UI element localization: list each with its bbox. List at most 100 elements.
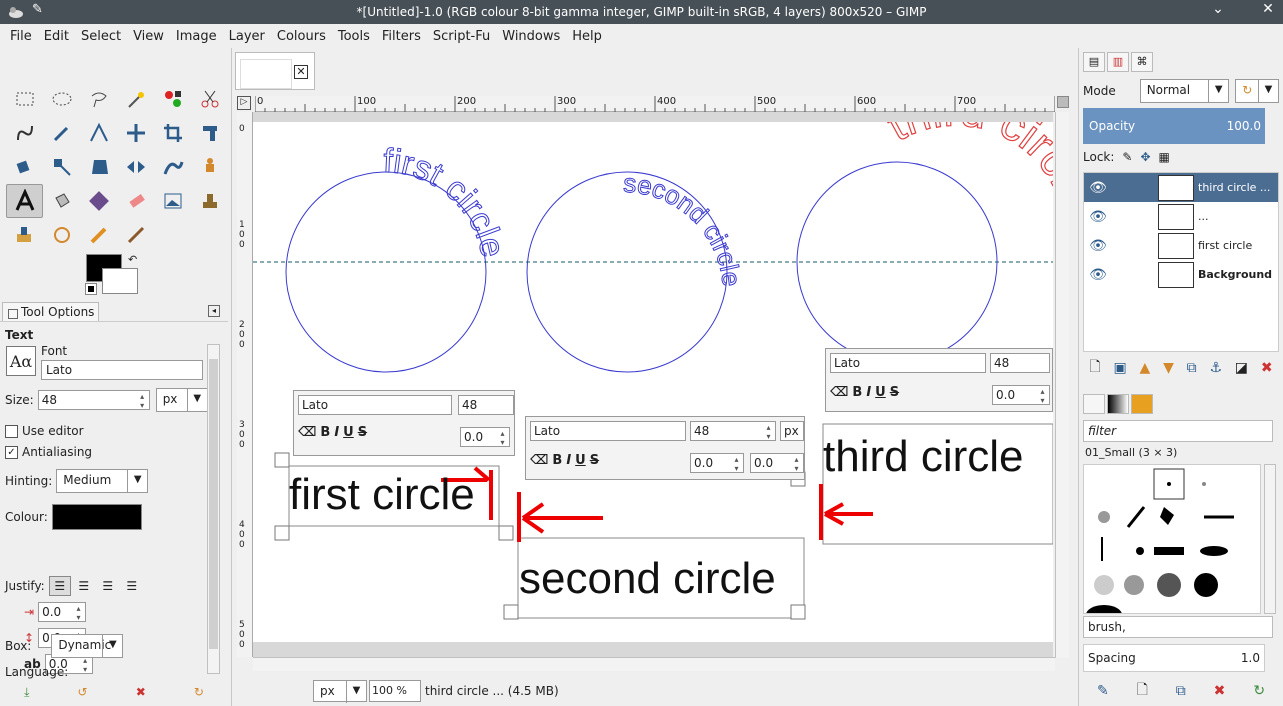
visibility-eye-icon[interactable]: 👁 bbox=[1084, 267, 1112, 283]
brushes-tab-icon[interactable] bbox=[1083, 394, 1105, 414]
heal-icon[interactable] bbox=[154, 184, 191, 218]
hinting-select[interactable]: Medium ▼ bbox=[56, 469, 149, 493]
lock-pixels-icon[interactable]: ✎ bbox=[1122, 150, 1132, 164]
first-editor-baseline[interactable]: 0.0 bbox=[460, 427, 510, 447]
bold-icon[interactable]: B bbox=[552, 453, 562, 468]
close-window-button[interactable]: ✕ bbox=[1258, 1, 1278, 17]
indent-input[interactable]: 0.0 bbox=[38, 602, 87, 622]
restore-options-icon[interactable]: ↺ bbox=[78, 685, 88, 699]
tool-options-scrollbar[interactable] bbox=[207, 344, 220, 674]
third-editor-size[interactable]: 48 bbox=[990, 353, 1050, 373]
italic-icon[interactable]: I bbox=[866, 385, 871, 400]
menu-script-fu[interactable]: Script-Fu bbox=[427, 29, 496, 44]
size-unit-select[interactable]: px ▼ bbox=[155, 388, 208, 412]
menu-filters[interactable]: Filters bbox=[376, 29, 427, 44]
second-editor-baseline[interactable]: 0.0 bbox=[690, 453, 744, 473]
first-editor-size[interactable]: 48 bbox=[458, 395, 514, 415]
menu-file[interactable]: File bbox=[4, 29, 38, 44]
menu-windows[interactable]: Windows bbox=[496, 29, 566, 44]
second-editor-font[interactable]: Lato bbox=[530, 421, 686, 441]
text-colour-button[interactable] bbox=[51, 504, 142, 530]
image-tab[interactable]: ✕ bbox=[235, 52, 315, 90]
size-input[interactable]: 48 bbox=[37, 390, 150, 410]
default-colours-icon[interactable] bbox=[85, 283, 97, 295]
third-editor-baseline[interactable]: 0.0 bbox=[992, 385, 1050, 405]
font-input[interactable]: Lato bbox=[41, 360, 203, 380]
box-select[interactable]: Dynamic ▼ bbox=[51, 634, 124, 658]
new-brush-icon[interactable]: 🗋 bbox=[1137, 679, 1148, 703]
underline-icon[interactable]: U bbox=[575, 453, 586, 468]
lower-layer-icon[interactable]: ▼ bbox=[1163, 360, 1174, 376]
new-group-icon[interactable]: ▣ bbox=[1113, 360, 1126, 376]
refresh-brushes-icon[interactable]: ↻ bbox=[1253, 683, 1265, 699]
font-preview-button[interactable]: Aα bbox=[6, 346, 36, 376]
composite-mode-select[interactable]: ↻ ▼ bbox=[1235, 79, 1279, 103]
image-canvas[interactable]: first circle second circle third circle bbox=[253, 122, 1053, 642]
use-editor-checkbox[interactable] bbox=[5, 424, 18, 438]
menu-edit[interactable]: Edit bbox=[38, 29, 75, 44]
paths-tab-icon[interactable]: ⌘ bbox=[1131, 52, 1153, 72]
pencil-icon[interactable] bbox=[80, 218, 117, 252]
handle[interactable] bbox=[274, 525, 290, 541]
tool-options-tab[interactable]: Tool Options bbox=[2, 302, 100, 321]
handle[interactable] bbox=[790, 604, 806, 620]
strikethrough-icon[interactable]: S bbox=[358, 425, 367, 440]
menu-layer[interactable]: Layer bbox=[223, 29, 271, 44]
navigate-icon[interactable] bbox=[1057, 96, 1069, 108]
eraser-icon[interactable] bbox=[117, 184, 154, 218]
perspective-icon[interactable] bbox=[80, 150, 117, 184]
layers-tab-icon[interactable]: ▤ bbox=[1083, 52, 1105, 72]
mode-select[interactable]: Normal ▼ bbox=[1139, 79, 1230, 103]
layer-row[interactable]: 👁 first circle bbox=[1084, 231, 1278, 260]
duplicate-brush-icon[interactable]: ⧉ bbox=[1176, 683, 1186, 699]
free-select-icon[interactable] bbox=[80, 82, 117, 116]
clear-style-icon[interactable]: ⌫ bbox=[298, 425, 316, 440]
delete-layer-icon[interactable]: ✖ bbox=[1261, 360, 1273, 376]
delete-brush-icon[interactable]: ✖ bbox=[1214, 683, 1226, 699]
antialiasing-checkbox[interactable]: ✓ bbox=[5, 445, 18, 459]
second-text-layer[interactable]: second circle bbox=[519, 554, 776, 604]
spacing-slider[interactable]: Spacing 1.0 bbox=[1083, 644, 1265, 672]
horizontal-scrollbar[interactable] bbox=[253, 657, 1055, 671]
crop-icon[interactable] bbox=[154, 116, 191, 150]
brush-grid[interactable] bbox=[1083, 464, 1261, 614]
paintbrush-icon[interactable] bbox=[117, 218, 154, 252]
layer-row[interactable]: 👁 third circle ... bbox=[1084, 173, 1278, 202]
configure-tab-icon[interactable]: ◂ bbox=[208, 305, 220, 317]
underline-icon[interactable]: U bbox=[343, 425, 354, 440]
italic-icon[interactable]: I bbox=[566, 453, 571, 468]
justify-right-icon[interactable]: ☰ bbox=[73, 576, 95, 596]
bucket-fill-icon[interactable] bbox=[43, 184, 80, 218]
justify-fill-icon[interactable]: ☰ bbox=[121, 576, 143, 596]
background-colour[interactable] bbox=[102, 268, 138, 294]
channels-tab-icon[interactable]: ▥ bbox=[1107, 52, 1129, 72]
measure-icon[interactable] bbox=[80, 116, 117, 150]
visibility-eye-icon[interactable]: 👁 bbox=[1084, 238, 1112, 254]
handle[interactable] bbox=[274, 452, 290, 468]
edit-brush-icon[interactable]: ✎ bbox=[1097, 683, 1109, 699]
first-editor-font[interactable]: Lato bbox=[298, 395, 452, 415]
ellipse-select-icon[interactable] bbox=[43, 82, 80, 116]
cage-transform-icon[interactable] bbox=[154, 150, 191, 184]
second-editor-unit[interactable]: px bbox=[780, 421, 804, 441]
underline-icon[interactable]: U bbox=[875, 385, 886, 400]
first-text-layer[interactable]: first circle bbox=[289, 470, 475, 520]
raise-layer-icon[interactable]: ▲ bbox=[1139, 360, 1150, 376]
visibility-eye-icon[interactable]: 👁 bbox=[1084, 180, 1112, 196]
lock-alpha-icon[interactable]: ▦ bbox=[1159, 150, 1170, 164]
justify-center-icon[interactable]: ☰ bbox=[97, 576, 119, 596]
handle[interactable] bbox=[498, 525, 514, 541]
reset-options-icon[interactable]: ↻ bbox=[194, 685, 204, 699]
fuzzy-select-icon[interactable] bbox=[117, 82, 154, 116]
minimize-button[interactable]: ⌄ bbox=[1208, 1, 1228, 17]
zoom-select[interactable]: 100 % bbox=[369, 680, 421, 702]
handle[interactable] bbox=[503, 604, 519, 620]
opacity-slider[interactable]: Opacity 100.0 bbox=[1083, 108, 1265, 144]
clear-style-icon[interactable]: ⌫ bbox=[530, 453, 548, 468]
strikethrough-icon[interactable]: S bbox=[890, 385, 899, 400]
brush-filter-input[interactable]: filter bbox=[1083, 420, 1273, 442]
warp-transform-icon[interactable] bbox=[6, 150, 43, 184]
move-icon[interactable] bbox=[117, 116, 154, 150]
third-editor-font[interactable]: Lato bbox=[830, 353, 986, 373]
unit-select[interactable]: px ▼ bbox=[313, 680, 367, 703]
